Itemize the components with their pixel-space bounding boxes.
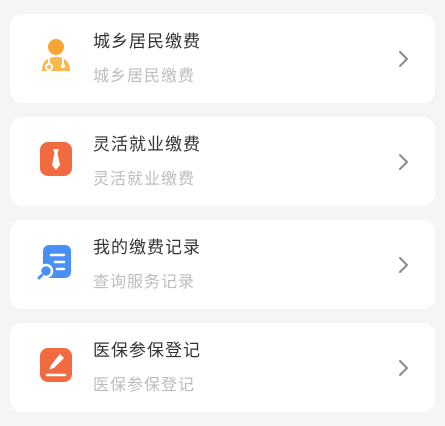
record-search-icon xyxy=(37,243,75,281)
chevron-right-icon xyxy=(397,256,411,274)
menu-item-subtitle: 医保参保登记 xyxy=(93,375,196,394)
menu-item-my-payment-records[interactable]: 我的缴费记录 查询服务记录 xyxy=(10,220,435,309)
resident-avatar-icon xyxy=(37,37,75,75)
necktie-icon xyxy=(37,140,75,178)
chevron-right-icon xyxy=(397,50,411,68)
edit-pen-icon xyxy=(37,346,75,384)
menu-item-title: 医保参保登记 xyxy=(93,341,201,361)
payment-menu-list: 城乡居民缴费 城乡居民缴费 灵活就业缴费 灵活就业缴费 我的缴费记录 查询服务记… xyxy=(10,14,435,426)
chevron-right-icon xyxy=(397,153,411,171)
menu-item-subtitle: 查询服务记录 xyxy=(93,272,196,291)
menu-item-flexible-employment-payment[interactable]: 灵活就业缴费 灵活就业缴费 xyxy=(10,117,435,206)
menu-item-title: 城乡居民缴费 xyxy=(93,32,201,52)
menu-item-subtitle: 灵活就业缴费 xyxy=(93,169,196,188)
menu-item-resident-payment[interactable]: 城乡居民缴费 城乡居民缴费 xyxy=(10,14,435,103)
menu-item-title: 我的缴费记录 xyxy=(93,238,201,258)
chevron-right-icon xyxy=(397,359,411,377)
menu-item-title: 灵活就业缴费 xyxy=(93,135,201,155)
menu-item-subtitle: 城乡居民缴费 xyxy=(93,66,196,85)
menu-item-medical-insurance-registration[interactable]: 医保参保登记 医保参保登记 xyxy=(10,323,435,412)
